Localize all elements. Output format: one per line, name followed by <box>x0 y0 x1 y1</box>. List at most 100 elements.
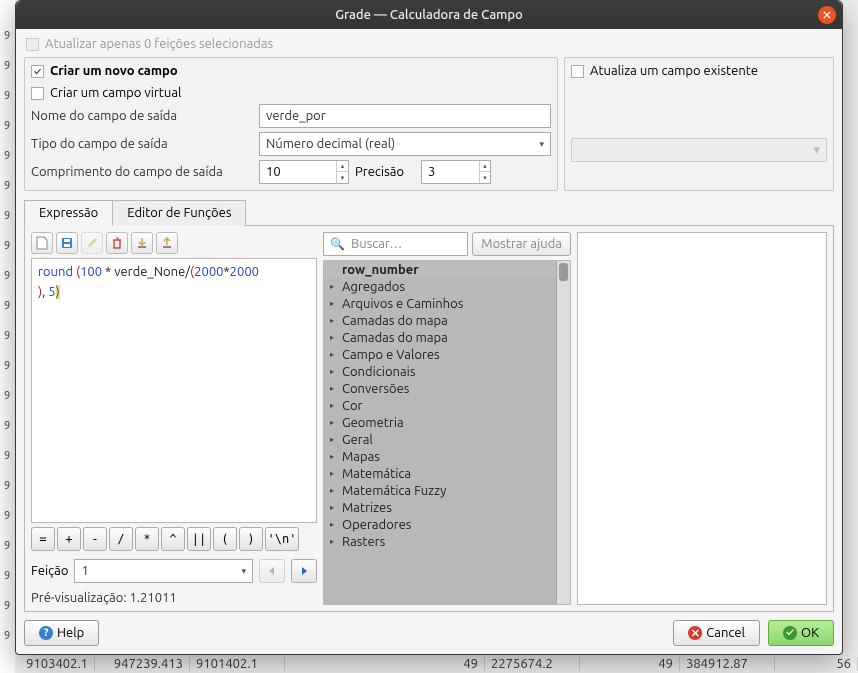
show-help-button[interactable]: Mostrar ajuda <box>472 232 571 256</box>
delete-icon[interactable] <box>106 232 128 254</box>
op-plus[interactable]: + <box>57 527 81 551</box>
search-icon: 🔍 <box>330 237 345 251</box>
search-input[interactable]: 🔍 Buscar… <box>323 232 468 256</box>
output-length-input[interactable] <box>260 161 336 183</box>
tree-category[interactable]: ▸Matemática <box>324 465 556 482</box>
expand-icon: ▸ <box>330 486 338 495</box>
tree-item-label: Geral <box>342 433 373 447</box>
expand-icon: ▸ <box>330 299 338 308</box>
tab-expression[interactable]: Expressão <box>24 200 113 226</box>
op-power[interactable]: ^ <box>161 527 185 551</box>
close-button[interactable] <box>818 6 836 24</box>
field-calculator-dialog: Grade — Calculadora de Campo Atualizar a… <box>15 0 843 655</box>
op-equals[interactable]: = <box>31 527 55 551</box>
op-newline[interactable]: '\n' <box>265 527 299 551</box>
precision-label: Precisão <box>355 165 415 179</box>
help-panel <box>577 232 827 605</box>
tree-item-label: Condicionais <box>342 365 415 379</box>
output-length-spin[interactable]: ▴▾ <box>259 160 349 184</box>
update-selected-label: Atualizar apenas 0 feições selecionadas <box>45 37 273 51</box>
dialog-footer: ? Help ✕ Cancel ✓ OK <box>16 612 842 654</box>
update-field-panel: Atualiza um campo existente ▾ <box>564 57 834 191</box>
op-multiply[interactable]: * <box>135 527 159 551</box>
tree-item-label: Matrizes <box>342 501 392 515</box>
op-minus[interactable]: - <box>83 527 107 551</box>
check-icon: ✓ <box>783 626 797 640</box>
tree-category[interactable]: ▸Arquivos e Caminhos <box>324 295 556 312</box>
help-button[interactable]: ? Help <box>24 620 99 646</box>
new-file-icon[interactable] <box>31 232 53 254</box>
tree-category[interactable]: ▸Cor <box>324 397 556 414</box>
close-icon: ✕ <box>688 626 702 640</box>
tree-category[interactable]: ▸Geral <box>324 431 556 448</box>
op-lparen[interactable]: ( <box>213 527 237 551</box>
tree-category[interactable]: ▸Campo e Valores <box>324 346 556 363</box>
titlebar[interactable]: Grade — Calculadora de Campo <box>16 1 842 29</box>
prev-feature-button <box>259 559 285 583</box>
output-name-input[interactable] <box>259 104 551 128</box>
feature-value: 1 <box>81 564 88 578</box>
tree-item-label: Agregados <box>342 280 405 294</box>
tree-category[interactable]: ▸Rasters <box>324 533 556 550</box>
expand-icon: ▸ <box>330 333 338 342</box>
tree-category[interactable]: ▸Camadas do mapa <box>324 329 556 346</box>
feature-label: Feição <box>31 564 68 578</box>
expand-icon: ▸ <box>330 418 338 427</box>
feature-combo[interactable]: 1 ▾ <box>74 559 253 583</box>
output-length-label: Comprimento do campo de saída <box>31 165 253 179</box>
export-icon[interactable] <box>156 232 178 254</box>
tree-category[interactable]: ▸Operadores <box>324 516 556 533</box>
tree-category[interactable]: ▸Agregados <box>324 278 556 295</box>
tree-category[interactable]: ▸Matemática Fuzzy <box>324 482 556 499</box>
checkbox-icon <box>31 65 44 78</box>
edit-icon <box>81 232 103 254</box>
op-rparen[interactable]: ) <box>239 527 263 551</box>
virtual-field-checkbox[interactable] <box>31 87 44 100</box>
expression-editor[interactable]: round (100 * verde_None/(2000*2000), 5) <box>31 258 317 523</box>
output-type-value: Número decimal (real) <box>266 137 395 151</box>
existing-field-combo: ▾ <box>571 138 827 162</box>
spin-up-icon[interactable]: ▴ <box>337 161 348 172</box>
tree-item-label: Geometria <box>342 416 404 430</box>
create-field-panel: Criar um novo campo Criar um campo virtu… <box>24 57 558 191</box>
tree-item-row-number[interactable]: row_number <box>324 261 556 278</box>
spin-up-icon[interactable]: ▴ <box>480 161 490 172</box>
window-title: Grade — Calculadora de Campo <box>335 8 523 22</box>
import-icon[interactable] <box>131 232 153 254</box>
scrollbar[interactable] <box>556 261 570 604</box>
checkbox-icon <box>26 38 39 51</box>
chevron-down-icon: ▾ <box>241 566 246 577</box>
tree-item-label: Campo e Valores <box>342 348 440 362</box>
tree-item-label: Cor <box>342 399 363 413</box>
update-selected-checkbox: Atualizar apenas 0 feições selecionadas <box>24 35 834 57</box>
spin-down-icon[interactable]: ▾ <box>337 172 348 183</box>
tree-category[interactable]: ▸Camadas do mapa <box>324 312 556 329</box>
tree-category[interactable]: ▸ Geometria <box>324 414 556 431</box>
cancel-button[interactable]: ✕ Cancel <box>673 620 760 646</box>
op-concat[interactable]: || <box>187 527 211 551</box>
precision-input[interactable] <box>422 161 479 183</box>
tree-category[interactable]: ▸Condicionais <box>324 363 556 380</box>
expand-icon: ▸ <box>330 469 338 478</box>
update-existing-label: Atualiza um campo existente <box>590 64 758 78</box>
ok-button[interactable]: ✓ OK <box>768 620 834 646</box>
update-existing-checkbox[interactable]: Atualiza um campo existente <box>571 64 827 82</box>
tab-function-editor[interactable]: Editor de Funções <box>113 200 246 226</box>
op-divide[interactable]: / <box>109 527 133 551</box>
expand-icon: ▸ <box>330 520 338 529</box>
create-new-field-checkbox[interactable]: Criar um novo campo <box>31 64 551 82</box>
tree-category[interactable]: ▸Conversões <box>324 380 556 397</box>
scrollbar-thumb[interactable] <box>559 263 568 281</box>
spin-down-icon[interactable]: ▾ <box>480 172 490 183</box>
tree-category[interactable]: ▸Matrizes <box>324 499 556 516</box>
output-type-label: Tipo do campo de saída <box>31 137 253 151</box>
save-icon[interactable] <box>56 232 78 254</box>
precision-spin[interactable]: ▴▾ <box>421 160 491 184</box>
next-feature-button[interactable] <box>291 559 317 583</box>
output-name-label: Nome do campo de saída <box>31 109 253 123</box>
background-table-row: 9103402.1 947239.413 9101402.1 49 227567… <box>0 657 858 671</box>
function-tree[interactable]: row_number▸Agregados▸Arquivos e Caminhos… <box>323 260 571 605</box>
tree-category[interactable]: ▸Mapas <box>324 448 556 465</box>
tree-item-label: row_number <box>342 263 419 277</box>
output-type-combo[interactable]: Número decimal (real) ▾ <box>259 132 551 156</box>
